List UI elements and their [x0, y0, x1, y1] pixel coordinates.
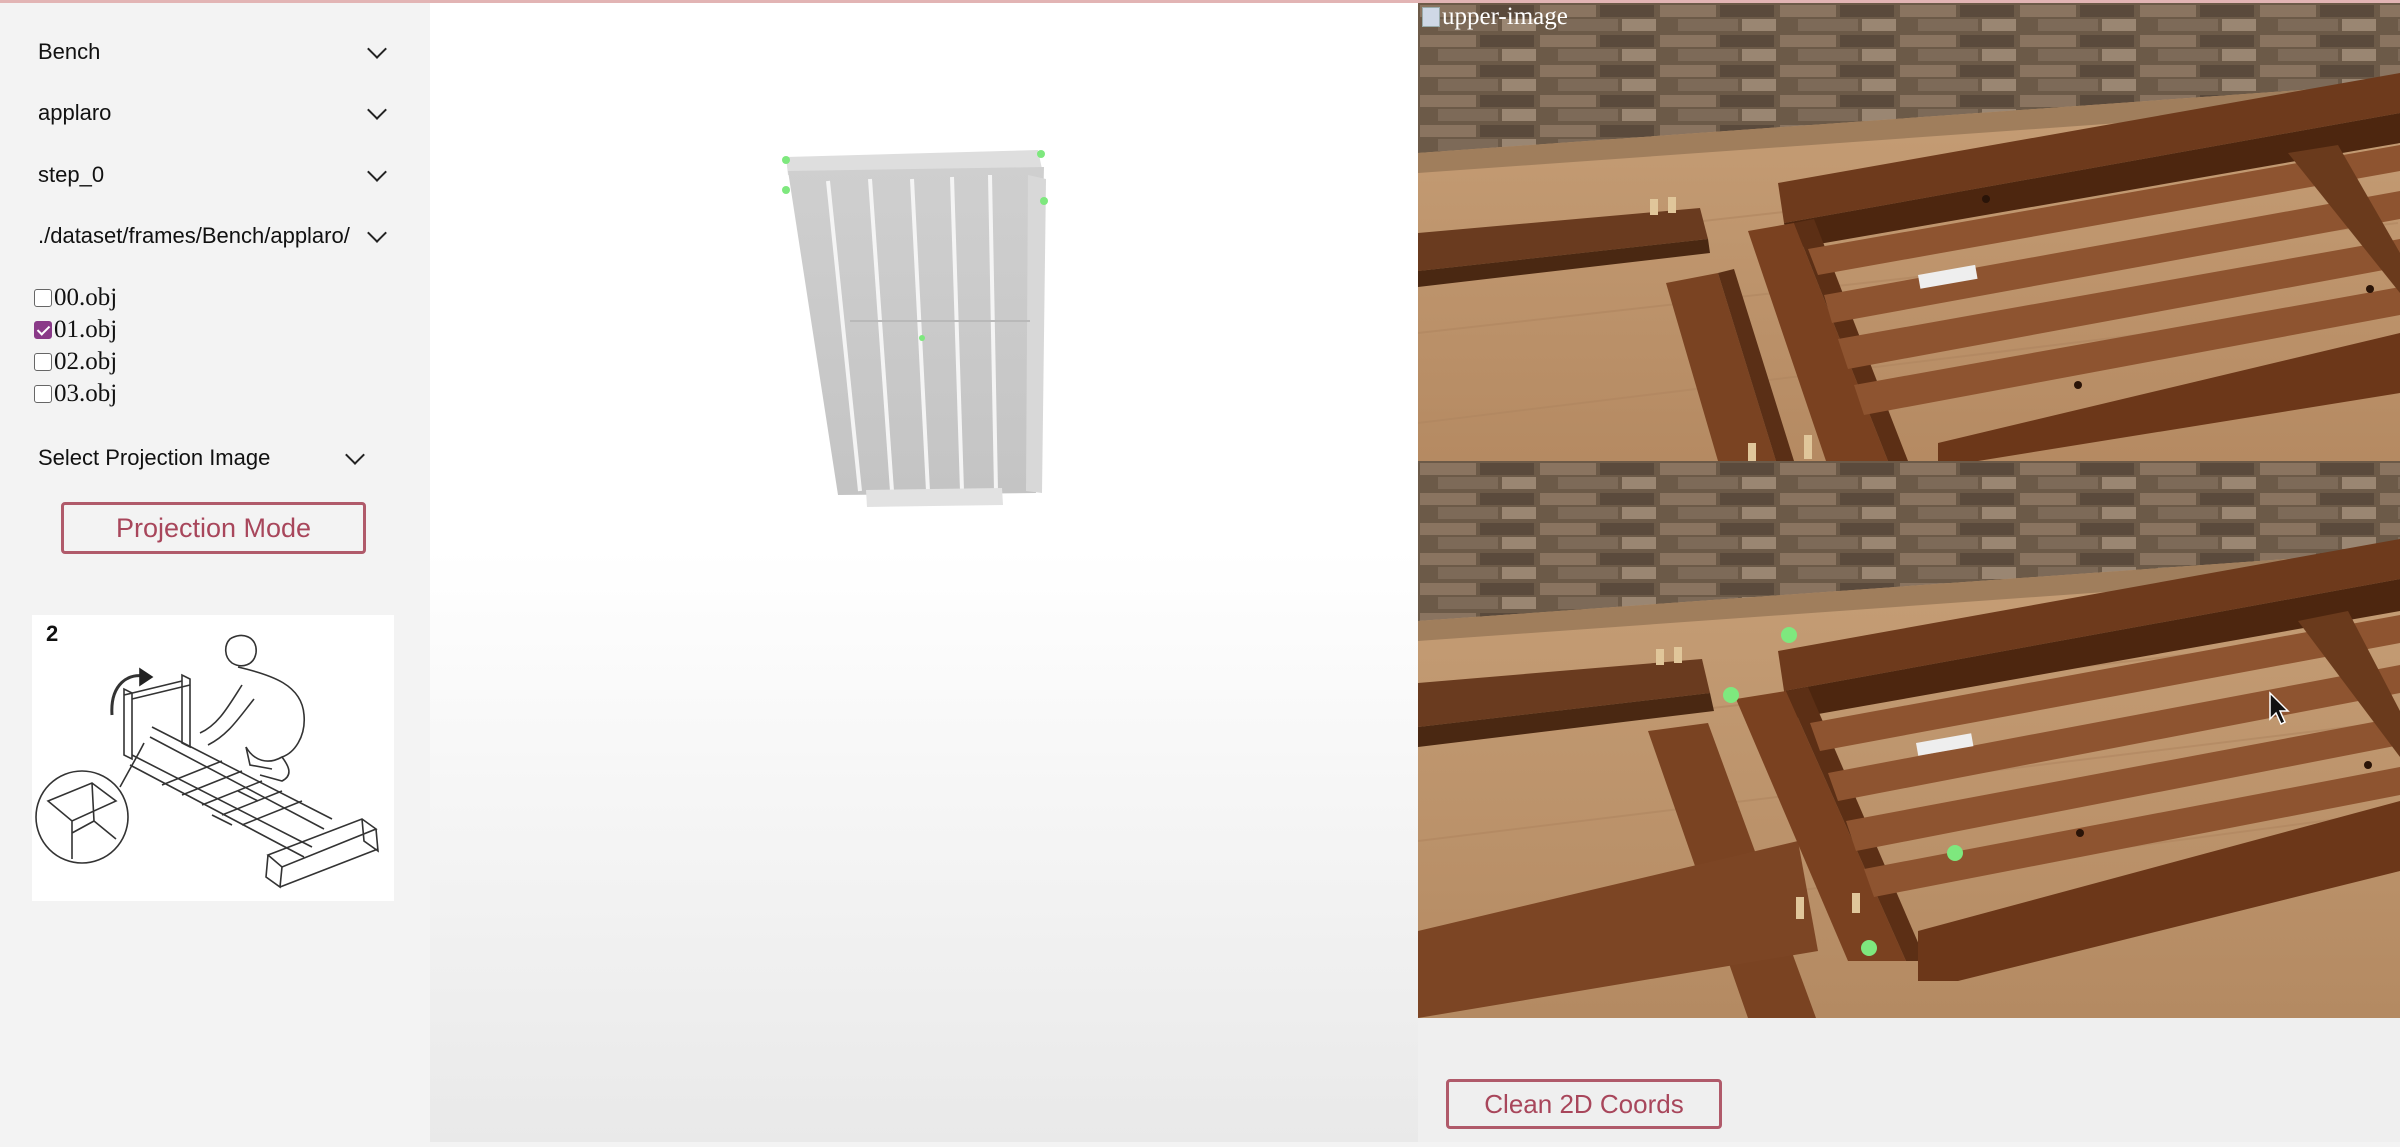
object-label: 00.obj [54, 284, 118, 311]
frame-path-select-value: ./dataset/frames/Bench/applaro/ [38, 223, 350, 248]
object-checkbox[interactable] [34, 321, 52, 339]
object-checkbox-row[interactable]: 00.obj [34, 283, 117, 313]
projection-image-select[interactable]: Select Projection Image [32, 438, 372, 478]
object-label: 03.obj [54, 380, 118, 407]
category-select-value: Bench [38, 39, 101, 64]
furniture-select[interactable]: applaro [32, 93, 394, 133]
control-sidebar: Bench applaro step_0 ./dataset/frames/Be… [0, 3, 430, 1142]
broken-image-icon [1422, 7, 1440, 27]
keypoint-marker [1723, 687, 1739, 703]
object-checkbox-row[interactable]: 03.obj [34, 379, 117, 409]
furniture-select-value: applaro [38, 100, 112, 125]
lower-photo-render[interactable] [1418, 461, 2400, 1018]
3d-model-viewer[interactable] [430, 3, 1418, 1142]
object-label: 02.obj [54, 348, 118, 375]
object-checkbox-row[interactable]: 02.obj [34, 347, 117, 377]
frame-path-select[interactable]: ./dataset/frames/Bench/applaro/ [32, 216, 394, 256]
instruction-step-number: 2 [46, 621, 59, 646]
chevron-down-icon [367, 223, 387, 243]
image-panel: upper-image Clean 2D Coords [1418, 3, 2400, 1142]
category-select[interactable]: Bench [32, 32, 394, 72]
step-select-value: step_0 [38, 162, 105, 187]
annotation-image-canvas[interactable] [1418, 461, 2400, 1018]
broken-image-label: upper-image [1422, 3, 1568, 31]
clean-2d-coords-button[interactable]: Clean 2D Coords [1446, 1079, 1722, 1129]
object-checkbox[interactable] [34, 353, 52, 371]
keypoint-marker [1861, 940, 1877, 956]
object-checkbox-row[interactable]: 01.obj [34, 315, 117, 345]
keypoint-marker [1947, 845, 1963, 861]
chevron-down-icon [367, 100, 387, 120]
assembly-instruction-image: 2 [32, 615, 394, 901]
step-select[interactable]: step_0 [32, 155, 394, 195]
bench-3d-model[interactable] [430, 3, 1418, 1142]
projection-mode-button[interactable]: Projection Mode [61, 502, 366, 554]
chevron-down-icon [345, 445, 365, 465]
upper-photo-render [1418, 3, 2400, 461]
chevron-down-icon [367, 39, 387, 59]
object-label: 01.obj [54, 316, 118, 343]
upper-image: upper-image [1418, 3, 2400, 461]
object-checkbox[interactable] [34, 385, 52, 403]
object-checkbox[interactable] [34, 289, 52, 307]
chevron-down-icon [367, 162, 387, 182]
keypoint-marker [1781, 627, 1797, 643]
assembly-sketch-icon [35, 634, 379, 889]
projection-image-select-value: Select Projection Image [38, 445, 271, 470]
upper-image-alt-text: upper-image [1442, 3, 1568, 30]
